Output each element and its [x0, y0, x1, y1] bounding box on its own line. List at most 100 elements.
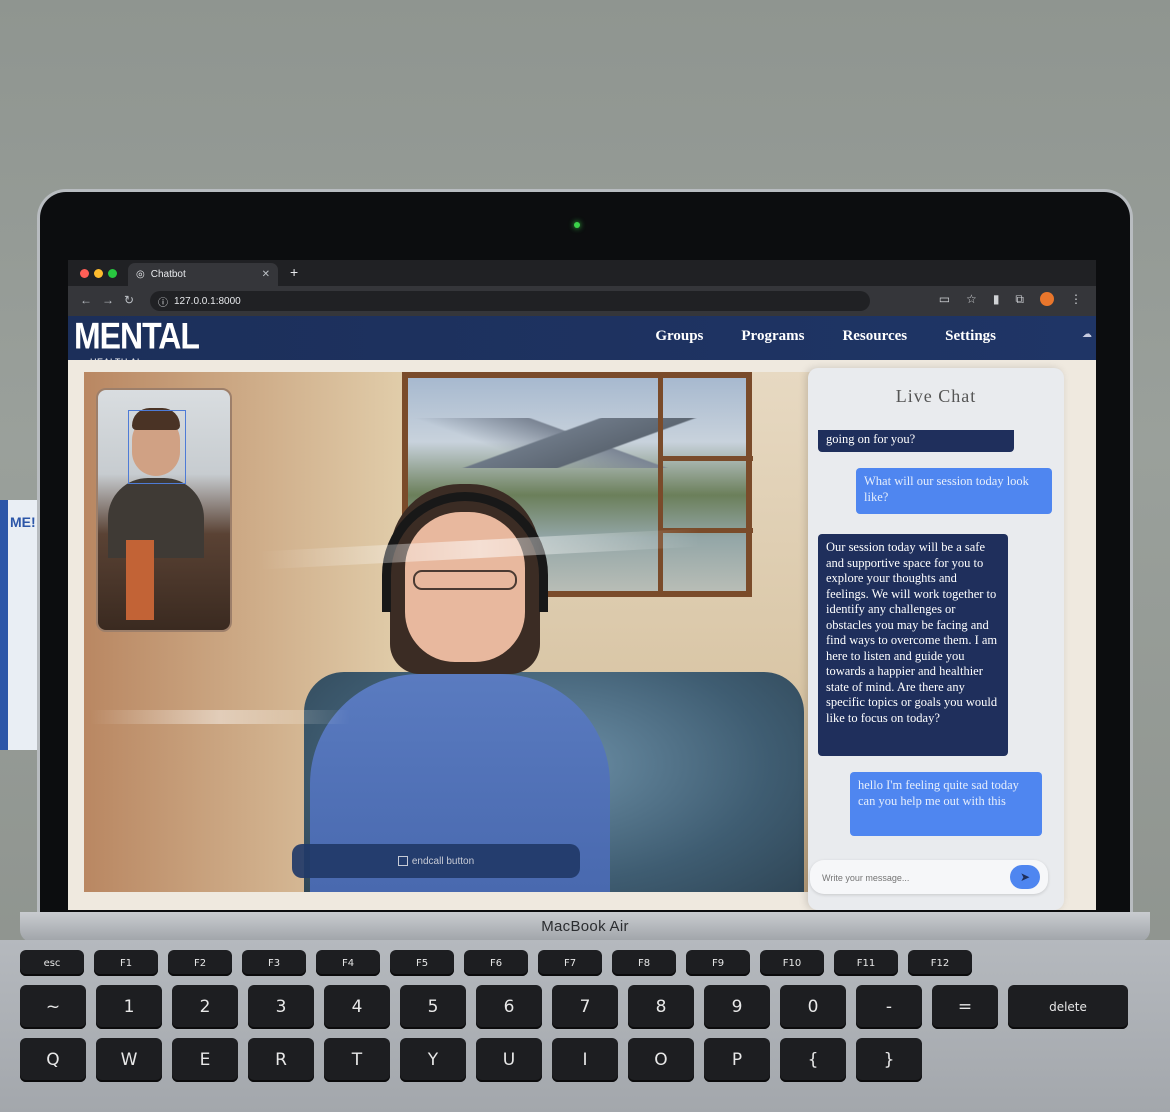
profile-avatar[interactable] [1040, 292, 1054, 306]
letter-key-row: Q W E R T Y U I O P{} [20, 1038, 1128, 1082]
device-label: MacBook Air [541, 918, 629, 935]
nav-settings[interactable]: Settings [945, 328, 996, 345]
key-letter-3[interactable]: R [248, 1038, 314, 1082]
nav-resources[interactable]: Resources [842, 328, 907, 345]
extension-icon[interactable]: ▮ [993, 292, 1000, 307]
window-transom [663, 456, 753, 461]
globe-icon: ◎ [136, 269, 145, 280]
key-fn-6[interactable]: F6 [464, 950, 528, 976]
window-mullion [658, 378, 663, 591]
key-num-13[interactable]: delete [1008, 985, 1128, 1029]
key-letter-11[interactable]: } [856, 1038, 922, 1082]
url-text: 127.0.0.1:8000 [174, 295, 241, 307]
key-num-1[interactable]: 1 [96, 985, 162, 1029]
forward-arrow-icon[interactable]: → [102, 293, 114, 307]
therapist-avatar [300, 484, 620, 892]
toolbar-icons: ▭ ☆ ▮ ⧉ ⋮ [939, 292, 1082, 307]
key-letter-6[interactable]: U [476, 1038, 542, 1082]
user-menu[interactable]: ☁ [1082, 329, 1092, 340]
key-fn-5[interactable]: F5 [390, 950, 454, 976]
minimize-window-button[interactable] [94, 269, 103, 278]
end-call-button[interactable]: endcall button [292, 844, 580, 878]
self-view-object [126, 540, 154, 620]
key-fn-7[interactable]: F7 [538, 950, 602, 976]
key-fn-2[interactable]: F2 [168, 950, 232, 976]
more-menu-icon[interactable]: ⋮ [1070, 292, 1082, 307]
key-num-4[interactable]: 4 [324, 985, 390, 1029]
key-letter-9[interactable]: P [704, 1038, 770, 1082]
reload-icon[interactable]: ↻ [124, 293, 134, 307]
key-num-5[interactable]: 5 [400, 985, 466, 1029]
send-arrow-icon: ➤ [1019, 870, 1031, 884]
self-view-video[interactable] [96, 388, 232, 632]
key-fn-4[interactable]: F4 [316, 950, 380, 976]
key-letter-10[interactable]: { [780, 1038, 846, 1082]
back-arrow-icon[interactable]: ← [80, 293, 92, 307]
browser-tabbar: ◎ Chatbot ✕ + [68, 260, 1096, 286]
close-tab-icon[interactable]: ✕ [262, 269, 270, 280]
key-num-7[interactable]: 7 [552, 985, 618, 1029]
key-fn-12[interactable]: F12 [908, 950, 972, 976]
live-chat-panel: Live Chat going on for you? What will ou… [808, 368, 1064, 910]
key-num-12[interactable]: = [932, 985, 998, 1029]
self-view-body [108, 478, 204, 558]
puzzle-icon[interactable]: ⧉ [1015, 292, 1024, 307]
key-num-9[interactable]: 9 [704, 985, 770, 1029]
broken-image-icon [397, 856, 408, 866]
key-letter-1[interactable]: W [96, 1038, 162, 1082]
address-bar[interactable]: ⓘ 127.0.0.1:8000 [150, 291, 870, 311]
number-key-row: ~1 2 3 4 5 6 7 8 9 0- = delete [20, 985, 1128, 1029]
key-num-0[interactable]: ~ [20, 985, 86, 1029]
tab-title: Chatbot [150, 269, 186, 280]
info-icon: ⓘ [158, 297, 168, 309]
key-fn-1[interactable]: F1 [94, 950, 158, 976]
key-letter-4[interactable]: T [324, 1038, 390, 1082]
chat-title: Live Chat [895, 386, 977, 406]
key-num-3[interactable]: 3 [248, 985, 314, 1029]
chat-message-input[interactable] [820, 868, 1004, 888]
laptop-hinge: MacBook Air [20, 912, 1150, 942]
key-fn-9[interactable]: F9 [686, 950, 750, 976]
site-header: MENTAL HEALTH AI Groups Programs Resourc… [68, 316, 1096, 367]
logo-main[interactable]: MENTAL [74, 318, 200, 355]
new-tab-icon[interactable]: + [290, 264, 298, 280]
key-num-10[interactable]: 0 [780, 985, 846, 1029]
main-nav: Groups Programs Resources Settings [655, 328, 996, 345]
maximize-window-button[interactable] [108, 269, 117, 278]
chat-message-bot: going on for you? [818, 430, 1014, 452]
window-controls [80, 269, 117, 278]
key-letter-5[interactable]: Y [400, 1038, 466, 1082]
key-fn-0[interactable]: esc [20, 950, 84, 976]
chat-message-bot: Our session today will be a safe and sup… [818, 534, 1008, 756]
key-fn-8[interactable]: F8 [612, 950, 676, 976]
nav-groups[interactable]: Groups [655, 328, 703, 345]
laptop-screen: ◎ Chatbot ✕ + ← → ↻ ⓘ 127.0.0.1:8000 ▭ ☆… [68, 260, 1096, 910]
key-letter-0[interactable]: Q [20, 1038, 86, 1082]
key-num-8[interactable]: 8 [628, 985, 694, 1029]
page-content: endcall button Live Chat going on for yo… [68, 360, 1096, 910]
chat-message-user: What will our session today look like? [856, 468, 1052, 514]
key-num-6[interactable]: 6 [476, 985, 542, 1029]
face-detection-box [128, 410, 186, 484]
close-window-button[interactable] [80, 269, 89, 278]
key-letter-7[interactable]: I [552, 1038, 618, 1082]
webcam-indicator [574, 222, 580, 228]
keyboard-deck: esc F1 F2 F3 F4 F5 F6 F7 F8 F9 F10 F11 F12 ~1 2 3 4 5 6 7 8… [0, 940, 1170, 1112]
key-num-2[interactable]: 2 [172, 985, 238, 1029]
chat-input-container: ➤ [810, 860, 1048, 894]
keyboard: esc F1 F2 F3 F4 F5 F6 F7 F8 F9 F10 F11 F12 ~1 2 3 4 5 6 7 8… [20, 950, 1128, 1091]
camera-icon[interactable]: ▭ [939, 292, 950, 307]
key-fn-11[interactable]: F11 [834, 950, 898, 976]
key-letter-2[interactable]: E [172, 1038, 238, 1082]
key-letter-8[interactable]: O [628, 1038, 694, 1082]
window-transom [663, 528, 753, 533]
bookmark-star-icon[interactable]: ☆ [966, 292, 977, 307]
browser-tab[interactable]: ◎ Chatbot ✕ [128, 263, 278, 286]
key-fn-10[interactable]: F10 [760, 950, 824, 976]
key-fn-3[interactable]: F3 [242, 950, 306, 976]
key-num-11[interactable]: - [856, 985, 922, 1029]
nav-programs[interactable]: Programs [741, 328, 804, 345]
send-button[interactable]: ➤ [1010, 865, 1040, 889]
function-key-row: esc F1 F2 F3 F4 F5 F6 F7 F8 F9 F10 F11 F12 [20, 950, 1128, 976]
therapist-video: endcall button [84, 372, 812, 892]
